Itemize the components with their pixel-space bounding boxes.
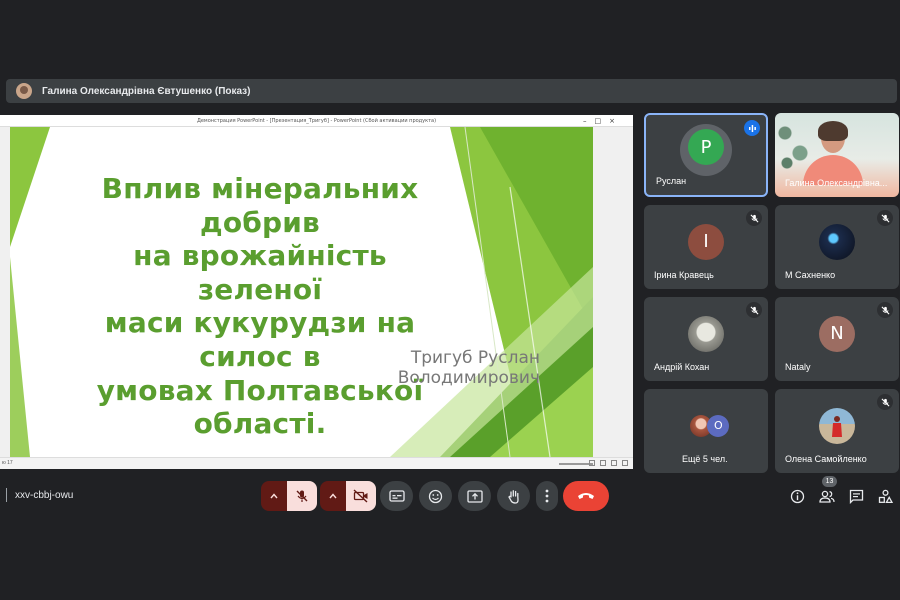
avatar: I <box>688 223 724 260</box>
robot-avatar-icon <box>688 315 724 352</box>
more-vert-icon <box>545 489 549 503</box>
mic-off-icon <box>877 210 893 226</box>
present-button[interactable] <box>458 481 491 511</box>
meeting-details: xxv-cbbj-owu <box>6 488 73 502</box>
hand-icon <box>507 489 519 504</box>
participant-tile-sakhnenko[interactable]: М Сахненко <box>775 205 899 289</box>
camera-toggle-button[interactable] <box>346 481 376 511</box>
chat-icon <box>849 489 863 504</box>
people-button[interactable] <box>816 485 838 507</box>
participant-name: Галина Олександрівна... <box>785 178 888 188</box>
galaxy-avatar-icon <box>819 223 855 260</box>
mic-off-icon <box>877 394 893 410</box>
meeting-info-button[interactable] <box>786 485 808 507</box>
camera-options-button[interactable] <box>320 481 346 511</box>
more-participants-label: Ещё 5 чел. <box>682 454 728 464</box>
mic-toggle-button[interactable] <box>287 481 317 511</box>
participant-name: Андрій Кохан <box>654 362 710 372</box>
more-options-button[interactable] <box>536 481 558 511</box>
shared-screen: Демонстрация PowerPoint - [Презентация_Т… <box>0 115 633 469</box>
powerpoint-status-bar: ю 17 <box>0 457 633 469</box>
speaking-indicator-icon <box>744 120 760 136</box>
mic-off-icon <box>746 302 762 318</box>
plant-decoration <box>775 113 815 173</box>
participant-tile-more[interactable]: O Ещё 5 чел. <box>644 389 768 473</box>
participant-tile-nataly[interactable]: N Nataly <box>775 297 899 381</box>
people-icon <box>819 490 835 503</box>
leave-call-button[interactable] <box>563 481 609 511</box>
participant-name: Руслан <box>656 176 687 186</box>
zoom-slider <box>559 463 593 465</box>
meeting-code[interactable]: xxv-cbbj-owu <box>15 490 73 501</box>
window-controls: –□× <box>583 117 623 125</box>
emoji-icon <box>428 489 443 503</box>
mic-off-icon <box>296 490 308 502</box>
avatar-ring: P <box>680 124 732 177</box>
presenter-name: Галина Олександрівна Євтушенко (Показ) <box>42 85 251 97</box>
participant-tile-ruslan[interactable]: P Руслан <box>644 113 768 197</box>
participant-name: Олена Самойленко <box>785 454 867 464</box>
slide-counter: ю 17 <box>2 460 13 466</box>
participant-name: Nataly <box>785 362 811 372</box>
divider <box>6 488 7 502</box>
view-buttons <box>589 460 628 466</box>
person-video <box>803 121 863 185</box>
captions-button[interactable] <box>380 481 413 511</box>
captions-icon <box>388 490 405 502</box>
participant-name: Ірина Кравець <box>654 270 714 280</box>
slide-author: Тригуб Руслан Володимирович <box>397 348 540 388</box>
raise-hand-button[interactable] <box>497 481 530 511</box>
present-screen-icon <box>466 489 483 503</box>
avatar: N <box>819 315 855 352</box>
participant-tile-olena[interactable]: Олена Самойленко <box>775 389 899 473</box>
avatar <box>819 407 855 444</box>
mic-control <box>261 481 317 511</box>
activities-button[interactable] <box>874 485 896 507</box>
chevron-up-icon <box>270 493 278 499</box>
camera-control <box>320 481 376 511</box>
camera-off-icon <box>353 489 368 503</box>
end-call-icon <box>578 493 594 499</box>
avatar: O <box>707 414 730 437</box>
powerpoint-window-title: Демонстрация PowerPoint - [Презентация_Т… <box>196 118 437 124</box>
presenter-avatar <box>16 83 32 99</box>
participant-name: М Сахненко <box>785 270 836 280</box>
avatar: P <box>688 129 724 166</box>
powerpoint-titlebar: Демонстрация PowerPoint - [Презентация_Т… <box>0 115 633 127</box>
activities-icon <box>878 489 893 503</box>
presenter-banner: Галина Олександрівна Євтушенко (Показ) <box>6 79 897 103</box>
chat-button[interactable] <box>845 485 867 507</box>
mic-off-icon <box>877 302 893 318</box>
presentation-slide: Вплив мінеральних добрив на врожайність … <box>10 127 593 457</box>
participant-tile-andrii[interactable]: Андрій Кохан <box>644 297 768 381</box>
chevron-up-icon <box>329 493 337 499</box>
reactions-button[interactable] <box>419 481 452 511</box>
mic-options-button[interactable] <box>261 481 287 511</box>
mic-off-icon <box>746 210 762 226</box>
participant-tile-halyna[interactable]: Галина Олександрівна... <box>775 113 899 197</box>
slide-title: Вплив мінеральних добрив на врожайність … <box>96 172 424 441</box>
info-icon <box>790 489 804 503</box>
participant-tile-iryna[interactable]: I Ірина Кравець <box>644 205 768 289</box>
